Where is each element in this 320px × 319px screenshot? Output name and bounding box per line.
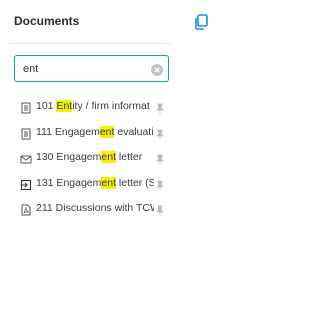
list-item-label: 131 Engagement letter (S [36,176,154,189]
list-item-label: 111 Engagement evaluati [36,125,154,138]
list-item[interactable]: 111 Engagement evaluati [20,125,170,151]
search-highlight: Ent [56,100,73,112]
envelope-icon [20,152,32,164]
list-item[interactable]: 211 Discussions with TCW [20,201,170,227]
copy-icon[interactable] [192,13,210,31]
panel-title: Documents [14,14,80,28]
pin-icon[interactable] [155,203,165,216]
clear-circle-icon[interactable] [151,63,163,76]
search-highlight: ent [101,151,116,163]
document-list: 101 Entity / firm informat 111 Engagemen… [20,99,170,227]
signin-icon [20,178,32,190]
search-highlight: ent [99,125,115,138]
search-highlight: ent [101,176,116,189]
pin-icon[interactable] [155,152,165,165]
search-input[interactable] [23,61,148,77]
list-item-label: 101 Entity / firm informat [36,100,150,112]
document-icon [20,127,32,139]
list-item[interactable]: 130 Engagement letter [20,150,170,176]
list-item-label: 130 Engagement letter [36,151,143,163]
document-icon [20,101,32,114]
search-box[interactable] [14,55,169,82]
list-item[interactable]: 101 Entity / firm informat [20,99,170,125]
pin-icon[interactable] [155,178,165,190]
header-divider [8,43,171,44]
panel-header: Documents [14,13,214,31]
pdf-icon [20,203,32,216]
pin-icon[interactable] [155,127,165,139]
pin-icon[interactable] [155,101,165,114]
list-item[interactable]: 131 Engagement letter (S [20,176,170,202]
list-item-label: 211 Discussions with TCW [36,202,154,214]
